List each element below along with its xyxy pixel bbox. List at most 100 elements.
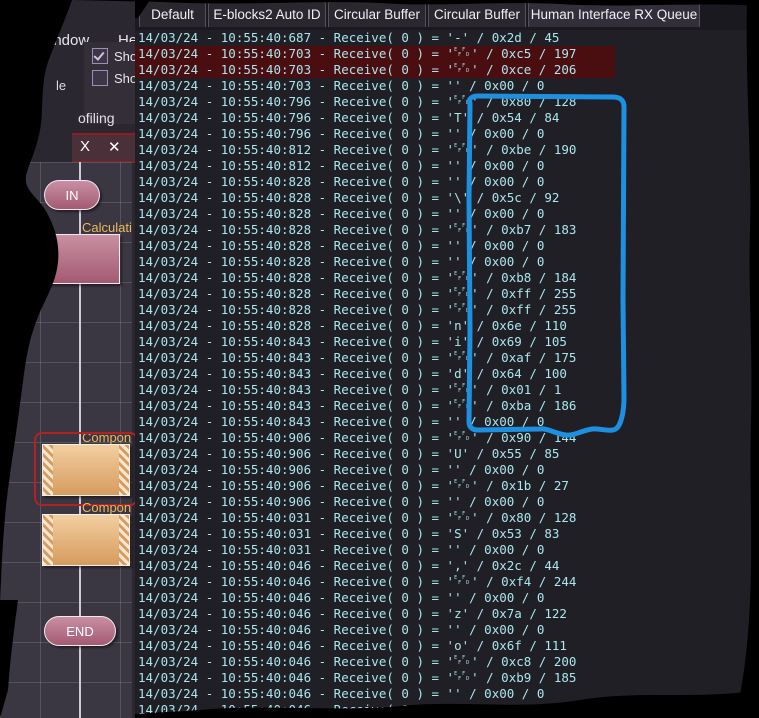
log-row-text: 14/03/24 - 10:55:40:796 - Receive( 0 ) =… bbox=[138, 94, 577, 109]
log-output-list[interactable]: 14/03/24 - 10:55:40:687 - Receive( 0 ) =… bbox=[135, 30, 759, 718]
log-row[interactable]: 14/03/24 - 10:55:40:046 - Receive( 0 ) =… bbox=[135, 670, 759, 686]
flow-node-calculation[interactable] bbox=[38, 234, 120, 284]
checkbox-show-1[interactable] bbox=[92, 48, 108, 64]
log-row-text: 14/03/24 - 10:55:40:828 - Receive( 0 ) =… bbox=[138, 302, 577, 317]
log-row[interactable]: 14/03/24 - 10:55:40:843 - Receive( 0 ) =… bbox=[135, 398, 759, 414]
log-row-text: 14/03/24 - 10:55:40:906 - Receive( 0 ) =… bbox=[138, 462, 545, 477]
log-row[interactable]: 14/03/24 - 10:55:40:703 - Receive( 0 ) =… bbox=[135, 78, 759, 94]
control-char-glyph: EFFD bbox=[454, 431, 470, 442]
log-row-text: 14/03/24 - 10:55:40:796 - Receive( 0 ) =… bbox=[138, 110, 560, 125]
log-row[interactable]: 14/03/24 - 10:55:40:843 - Receive( 0 ) =… bbox=[135, 350, 759, 366]
log-row[interactable]: 14/03/24 - 10:55:40:828 - Receive( 0 ) =… bbox=[135, 222, 759, 238]
log-row[interactable]: 14/03/24 - 10:55:40:046 - Receive( 0 ) =… bbox=[135, 622, 759, 638]
log-row-text: 14/03/24 - 10:55:40:812 - Receive( 0 ) =… bbox=[138, 142, 577, 157]
log-row[interactable]: 14/03/24 - 10:55:40:031 - Receive( 0 ) =… bbox=[135, 542, 759, 558]
log-row[interactable]: 14/03/24 - 10:55:40:828 - Receive( 0 ) =… bbox=[135, 238, 759, 254]
control-char-glyph: EFFD bbox=[454, 143, 470, 154]
control-char-glyph: EFFD bbox=[454, 303, 470, 314]
control-char-glyph: EFFD bbox=[454, 351, 470, 362]
option-row-2[interactable]: Sho bbox=[92, 70, 137, 86]
log-row[interactable]: 14/03/24 - 10:55:40:828 - Receive( 0 ) =… bbox=[135, 270, 759, 286]
tab-circular-buffer[interactable]: Circular Buffer bbox=[328, 1, 426, 27]
close-icon[interactable]: ✕ bbox=[108, 138, 121, 156]
log-row[interactable]: 14/03/24 - 10:55:40:843 - Receive( 0 ) =… bbox=[135, 334, 759, 350]
log-row-text: 14/03/24 - 10:55:40:828 - Receive( 0 ) =… bbox=[138, 190, 560, 205]
log-row[interactable]: 14/03/24 - 10:55:40:828 - Receive( 0 ) =… bbox=[135, 302, 759, 318]
tab-strip: Default E-blocks2 Auto ID Circular Buffer C… bbox=[135, 0, 759, 28]
log-row[interactable]: 14/03/24 - 10:55:40:796 - Receive( 0 ) =… bbox=[135, 110, 759, 126]
flow-node-end[interactable]: END bbox=[44, 616, 116, 646]
log-row-text: 14/03/24 - 10:55:40:046 - Receive( 0 ) =… bbox=[138, 606, 567, 621]
log-row[interactable]: 14/03/24 - 10:55:40:046 - Receive( 0 ) =… bbox=[135, 638, 759, 654]
log-row-text: 14/03/24 - 10:55:40:843 - Receive( 0 ) =… bbox=[138, 382, 562, 397]
log-row[interactable]: 14/03/24 - 10:55:40:046 - Receive( 0 ) =… bbox=[135, 574, 759, 590]
control-char-glyph: EFFD bbox=[454, 655, 470, 666]
control-char-glyph: EFFD bbox=[454, 63, 470, 74]
log-row-text: 14/03/24 - 10:55:40:828 - Receive( 0 ) =… bbox=[138, 206, 545, 221]
log-row-text: 14/03/24 - 10:55:40:843 - Receive( 0 ) =… bbox=[138, 334, 567, 349]
log-row[interactable]: 14/03/24 - 10:55:40:828 - Receive( 0 ) =… bbox=[135, 254, 759, 270]
log-row-text: 14/03/24 - 10:55:40:812 - Receive( 0 ) =… bbox=[138, 158, 545, 173]
log-row-text: 14/03/24 - 10:55:40:828 - Receive( 0 ) =… bbox=[138, 270, 577, 285]
log-row[interactable]: 14/03/24 - 10:55:40:046 - Receive( 0 ) =… bbox=[135, 558, 759, 574]
log-row-text: 14/03/24 - 10:55:40:906 - Receive( 0 ) =… bbox=[138, 446, 560, 461]
log-row-text: 14/03/24 - 10:55:40:046 - Receive( 0 ) =… bbox=[138, 654, 577, 669]
log-row[interactable]: 14/03/24 - 10:55:40:046 - Receive( 0 ) =… bbox=[135, 686, 759, 702]
checkbox-show-2[interactable] bbox=[92, 70, 108, 86]
log-row[interactable]: 14/03/24 - 10:55:40:046 - Receive( 0 ) =… bbox=[135, 702, 759, 718]
log-row[interactable]: 14/03/24 - 10:55:40:828 - Receive( 0 ) =… bbox=[135, 190, 759, 206]
control-char-glyph: EFFD bbox=[454, 95, 470, 106]
log-row-text: 14/03/24 - 10:55:40:796 - Receive( 0 ) =… bbox=[138, 126, 545, 141]
log-row-text: 14/03/24 - 10:55:40:046 - Receive( 0 ) =… bbox=[138, 558, 560, 573]
red-toolbar: X ✕ bbox=[72, 133, 140, 163]
log-row-text: 14/03/24 - 10:55:40:906 - Receive( 0 ) =… bbox=[138, 494, 545, 509]
log-row[interactable]: 14/03/24 - 10:55:40:031 - Receive( 0 ) =… bbox=[135, 510, 759, 526]
log-row[interactable]: 14/03/24 - 10:55:40:046 - Receive( 0 ) =… bbox=[135, 654, 759, 670]
log-row-text: 14/03/24 - 10:55:40:046 - Receive( 0 ) =… bbox=[138, 574, 577, 589]
serial-log-window: Default E-blocks2 Auto ID Circular Buffer C… bbox=[135, 0, 759, 718]
log-row-text: 14/03/24 - 10:55:40:906 - Receive( 0 ) =… bbox=[138, 478, 569, 493]
log-row[interactable]: 14/03/24 - 10:55:40:703 - Receive( 0 ) =… bbox=[135, 46, 615, 62]
log-row[interactable]: 14/03/24 - 10:55:40:906 - Receive( 0 ) =… bbox=[135, 430, 759, 446]
log-row[interactable]: 14/03/24 - 10:55:40:843 - Receive( 0 ) =… bbox=[135, 382, 759, 398]
log-row-text: 14/03/24 - 10:55:40:906 - Receive( 0 ) =… bbox=[138, 430, 577, 445]
log-row[interactable]: 14/03/24 - 10:55:40:828 - Receive( 0 ) =… bbox=[135, 206, 759, 222]
log-row[interactable]: 14/03/24 - 10:55:40:906 - Receive( 0 ) =… bbox=[135, 478, 759, 494]
right-empty-pane bbox=[745, 30, 759, 718]
log-row[interactable]: 14/03/24 - 10:55:40:796 - Receive( 0 ) =… bbox=[135, 94, 759, 110]
log-row[interactable]: 14/03/24 - 10:55:40:812 - Receive( 0 ) =… bbox=[135, 142, 759, 158]
log-row[interactable]: 14/03/24 - 10:55:40:906 - Receive( 0 ) =… bbox=[135, 446, 759, 462]
log-row-text: 14/03/24 - 10:55:40:828 - Receive( 0 ) =… bbox=[138, 222, 577, 237]
flowchart-canvas[interactable]: IN Calculati Compon Compon END bbox=[0, 162, 138, 718]
close-bold-icon[interactable]: X bbox=[80, 138, 90, 155]
flow-node-component-2[interactable] bbox=[42, 514, 130, 566]
log-row[interactable]: 14/03/24 - 10:55:40:828 - Receive( 0 ) =… bbox=[135, 318, 759, 334]
flow-caption-calculation: Calculati bbox=[82, 220, 132, 235]
log-row[interactable]: 14/03/24 - 10:55:40:828 - Receive( 0 ) =… bbox=[135, 174, 759, 190]
log-row-text: 14/03/24 - 10:55:40:046 - Receive( 0 ) =… bbox=[138, 638, 567, 653]
tab-e-blocks2-auto-id[interactable]: E-blocks2 Auto ID bbox=[208, 1, 326, 27]
option-row-1[interactable]: Sho bbox=[92, 48, 137, 64]
log-row-text: 14/03/24 - 10:55:40:046 - Receive( 0 ) =… bbox=[138, 622, 545, 637]
log-row[interactable]: 14/03/24 - 10:55:40:046 - Receive( 0 ) =… bbox=[135, 606, 759, 622]
tab-circular-buffer[interactable]: Circular Buffer bbox=[428, 1, 526, 27]
log-row[interactable]: 14/03/24 - 10:55:40:796 - Receive( 0 ) =… bbox=[135, 126, 759, 142]
screenshot-root: indow He Sho Sho le ofiling X ✕ IN Calcu… bbox=[0, 0, 759, 718]
log-row[interactable]: 14/03/24 - 10:55:40:703 - Receive( 0 ) =… bbox=[135, 62, 615, 78]
partial-label-profiling: ofiling bbox=[78, 110, 115, 126]
tab-human-interface-rx-queue[interactable]: Human Interface RX Queue bbox=[528, 1, 700, 27]
log-row[interactable]: 14/03/24 - 10:55:40:031 - Receive( 0 ) =… bbox=[135, 526, 759, 542]
log-row[interactable]: 14/03/24 - 10:55:40:687 - Receive( 0 ) =… bbox=[135, 30, 759, 46]
log-row[interactable]: 14/03/24 - 10:55:40:906 - Receive( 0 ) =… bbox=[135, 462, 759, 478]
flow-node-start[interactable]: IN bbox=[44, 180, 100, 210]
log-row-text: 14/03/24 - 10:55:40:031 - Receive( 0 ) =… bbox=[138, 526, 560, 541]
flow-caption-component-2: Compon bbox=[82, 500, 132, 515]
log-row-text: 14/03/24 - 10:55:40:828 - Receive( 0 ) =… bbox=[138, 286, 577, 301]
log-row[interactable]: 14/03/24 - 10:55:40:906 - Receive( 0 ) =… bbox=[135, 494, 759, 510]
log-row[interactable]: 14/03/24 - 10:55:40:046 - Receive( 0 ) =… bbox=[135, 590, 759, 606]
log-row[interactable]: 14/03/24 - 10:55:40:843 - Receive( 0 ) =… bbox=[135, 414, 759, 430]
tab-default[interactable]: Default bbox=[139, 1, 206, 27]
log-row[interactable]: 14/03/24 - 10:55:40:843 - Receive( 0 ) =… bbox=[135, 366, 759, 382]
log-row[interactable]: 14/03/24 - 10:55:40:812 - Receive( 0 ) =… bbox=[135, 158, 759, 174]
log-row[interactable]: 14/03/24 - 10:55:40:828 - Receive( 0 ) =… bbox=[135, 286, 759, 302]
